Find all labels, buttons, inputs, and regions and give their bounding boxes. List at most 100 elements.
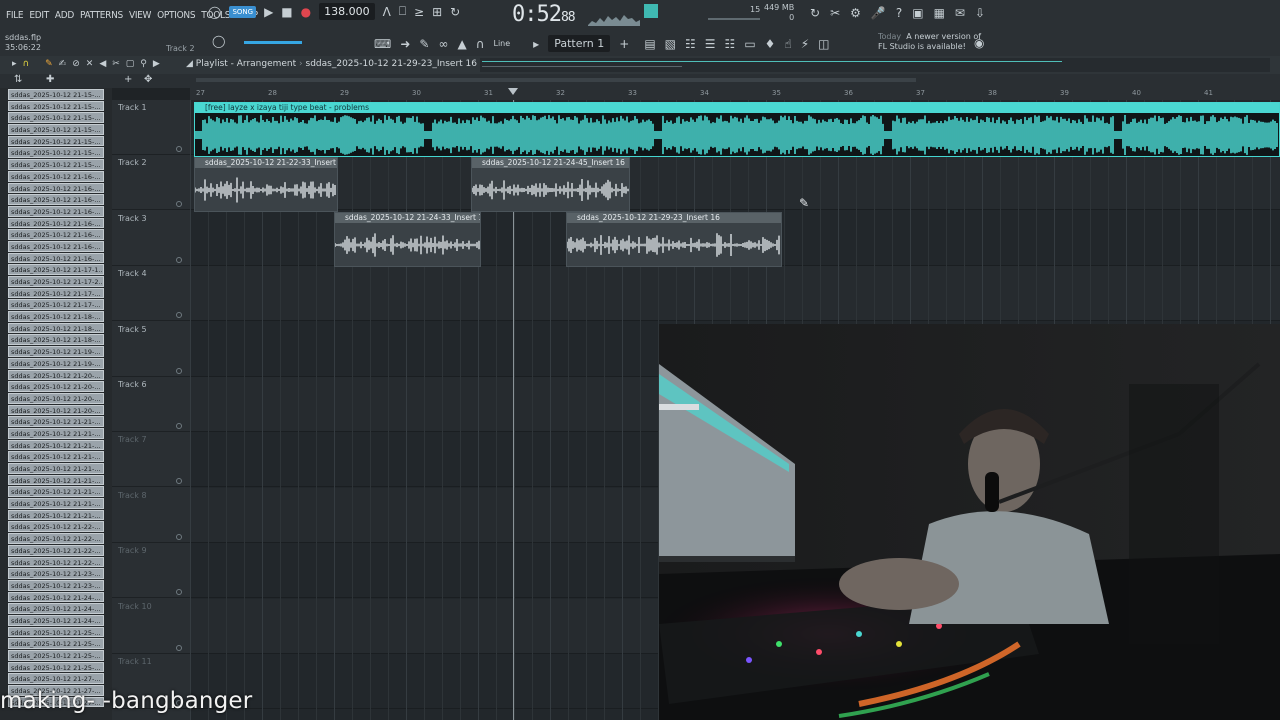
help-icon[interactable]: ? — [896, 6, 902, 20]
browser-item[interactable]: sddas_2025-10-12 21-16-... — [8, 252, 104, 264]
browser-item[interactable]: sddas_2025-10-12 21-18-... — [8, 334, 104, 346]
globe-icon[interactable]: ◉ — [974, 36, 984, 50]
download-icon[interactable]: ⇩ — [975, 6, 985, 20]
current-clip-name[interactable]: sddas_2025-10-12 21-29-23_Insert 16 — [306, 59, 477, 69]
plugin-picker-icon[interactable]: ♦ — [765, 37, 776, 51]
browser-item[interactable]: sddas_2025-10-12 21-22-... — [8, 533, 104, 544]
clip-vocal-4[interactable]: sddas_2025-10-12 21-29-23_Insert 16 — [566, 212, 782, 267]
chat-icon[interactable]: ✉ — [955, 6, 965, 20]
overview-scrollbar[interactable]: ⇅ ✚ + ✥ — [0, 74, 1280, 88]
menu-options[interactable]: OPTIONS — [157, 10, 195, 21]
channel-rack-icon[interactable]: ☷ — [685, 37, 696, 51]
browser-item[interactable]: sddas_2025-10-12 21-27-... — [8, 673, 104, 685]
mute-icon[interactable]: ✕ — [86, 59, 94, 69]
browser-item[interactable]: sddas_2025-10-12 21-21-... — [8, 463, 104, 474]
zoom-icon[interactable]: ⚲ — [140, 59, 147, 69]
pat-song-toggle[interactable]: SONG — [229, 5, 257, 18]
countdown-icon[interactable]: ≥ — [414, 5, 424, 19]
horizontal-scroll-thumb[interactable] — [196, 78, 916, 82]
track-header[interactable]: Track 6 — [112, 377, 190, 432]
touch-icon[interactable]: ☝ — [784, 37, 791, 51]
menu-arrow-icon[interactable]: ▸ — [12, 59, 17, 69]
browser-icon[interactable]: ☷ — [725, 37, 736, 51]
metronome-icon[interactable]: Λ — [383, 5, 391, 19]
browser-item[interactable]: sddas_2025-10-12 21-15-... — [8, 100, 104, 112]
time-display[interactable]: 0:5288 — [512, 2, 576, 27]
track-header[interactable]: Track 3 — [112, 211, 190, 266]
playlist-icon[interactable]: ▤ — [644, 37, 655, 51]
playback-icon[interactable]: ▶ — [153, 59, 160, 69]
plug-icon[interactable]: ⚡ — [801, 37, 809, 51]
browser-item[interactable]: sddas_2025-10-12 21-20-... — [8, 404, 104, 416]
browser-item[interactable]: sddas_2025-10-12 21-23-... — [8, 568, 104, 579]
loop-record-icon[interactable]: ↻ — [450, 5, 460, 19]
stretch-icon[interactable]: ⇅ — [14, 74, 22, 85]
slip-icon[interactable]: ◀ — [99, 59, 106, 69]
track-header[interactable]: Track 8 — [112, 488, 190, 543]
add-pattern-icon[interactable]: + — [619, 37, 629, 51]
browser-item[interactable]: sddas_2025-10-12 21-16-... — [8, 182, 104, 194]
track-enable-icon[interactable] — [176, 146, 182, 152]
track-enable-icon[interactable] — [176, 367, 182, 374]
browser-item[interactable]: sddas_2025-10-12 21-21-... — [8, 439, 104, 451]
stop-button[interactable]: ■ — [281, 5, 292, 19]
menu-file[interactable]: FILE — [6, 10, 24, 21]
microphone-icon[interactable]: 🎤 — [871, 6, 886, 20]
browser-item[interactable]: sddas_2025-10-12 21-21-... — [8, 509, 104, 521]
browser-item[interactable]: sddas_2025-10-12 21-16-... — [8, 240, 104, 252]
stamp-icon[interactable]: ▲ — [457, 37, 466, 51]
track-enable-icon[interactable] — [176, 256, 182, 263]
track-header[interactable]: Track 7 — [112, 432, 190, 488]
browser-item[interactable]: sddas_2025-10-12 21-24-... — [8, 614, 104, 626]
browser-item[interactable]: sddas_2025-10-12 21-20-... — [8, 369, 104, 381]
paint-icon[interactable]: ✍ — [59, 59, 67, 69]
clip-vocal-3[interactable]: sddas_2025-10-12 21-24-33_Insert 16 — [334, 212, 481, 267]
menu-add[interactable]: ADD — [55, 10, 74, 21]
browser-item[interactable]: sddas_2025-10-12 21-21-... — [8, 486, 104, 498]
browser-item[interactable]: sddas_2025-10-12 21-17-2... — [8, 276, 104, 287]
menu-view[interactable]: VIEW — [129, 10, 151, 21]
mixer-icon[interactable]: ▦ — [934, 6, 945, 20]
clip-vocal-2[interactable]: sddas_2025-10-12 21-24-45_Insert 16 — [471, 157, 630, 212]
track-lane[interactable] — [190, 266, 1280, 322]
typing-keyboard-icon[interactable]: ⌨ — [374, 37, 391, 51]
browser-item[interactable]: sddas_2025-10-12 21-25-... — [8, 638, 104, 649]
plugin-icon[interactable]: ⚙ — [850, 6, 861, 20]
track-enable-icon[interactable] — [176, 533, 182, 540]
track-header[interactable]: Track 5 — [112, 322, 190, 377]
magnet-snap-icon[interactable]: ∩ — [23, 59, 30, 69]
browser-item[interactable]: sddas_2025-10-12 21-16-... — [8, 205, 104, 217]
clip-vocal-1[interactable]: sddas_2025-10-12 21-22-33_Insert 16 — [194, 157, 338, 212]
browser-item[interactable]: sddas_2025-10-12 21-21-... — [8, 416, 104, 427]
add-track-icon[interactable]: + — [124, 74, 132, 85]
select-icon[interactable]: ▢ — [126, 59, 135, 69]
speaker-icon[interactable]: ◢ — [186, 59, 193, 69]
refresh-icon[interactable]: ↻ — [810, 6, 820, 20]
pencil-icon[interactable]: ✎ — [45, 59, 53, 69]
pattern-selector[interactable]: Pattern 1 — [548, 35, 611, 52]
master-volume-slider[interactable] — [708, 18, 760, 20]
browser-item[interactable]: sddas_2025-10-12 21-16-... — [8, 217, 104, 229]
mixer-view-icon[interactable]: ☰ — [705, 37, 716, 51]
magnet-icon[interactable]: ∩ — [476, 37, 485, 51]
browser-item[interactable]: sddas_2025-10-12 21-19-... — [8, 357, 104, 369]
track-enable-icon[interactable] — [176, 201, 182, 208]
browser-item[interactable]: sddas_2025-10-12 21-22-... — [8, 521, 104, 533]
track-enable-icon[interactable] — [176, 589, 182, 596]
arrow-right-icon[interactable]: ➜ — [400, 37, 410, 51]
track-header[interactable]: Track 1 — [112, 100, 190, 155]
step-edit-icon[interactable]: ⊞ — [432, 5, 442, 19]
browser-item[interactable]: sddas_2025-10-12 21-17-... — [8, 299, 104, 311]
playhead-marker[interactable] — [508, 88, 518, 96]
browser-item[interactable]: sddas_2025-10-12 21-19-... — [8, 346, 104, 357]
browser-item[interactable]: sddas_2025-10-12 21-15-... — [8, 147, 104, 159]
browser-item[interactable]: sddas_2025-10-12 21-22-... — [8, 556, 104, 568]
knob-icon[interactable]: ◯ — [212, 34, 225, 48]
track-enable-icon[interactable] — [176, 312, 182, 319]
pitch-slider[interactable] — [244, 41, 302, 44]
snap-mode[interactable]: Line — [493, 39, 510, 48]
browser-item[interactable]: sddas_2025-10-12 21-16-... — [8, 170, 104, 182]
browser-item[interactable]: sddas_2025-10-12 21-18-... — [8, 322, 104, 334]
browser-item[interactable]: sddas_2025-10-12 21-24-... — [8, 603, 104, 614]
track-enable-icon[interactable] — [176, 423, 182, 429]
